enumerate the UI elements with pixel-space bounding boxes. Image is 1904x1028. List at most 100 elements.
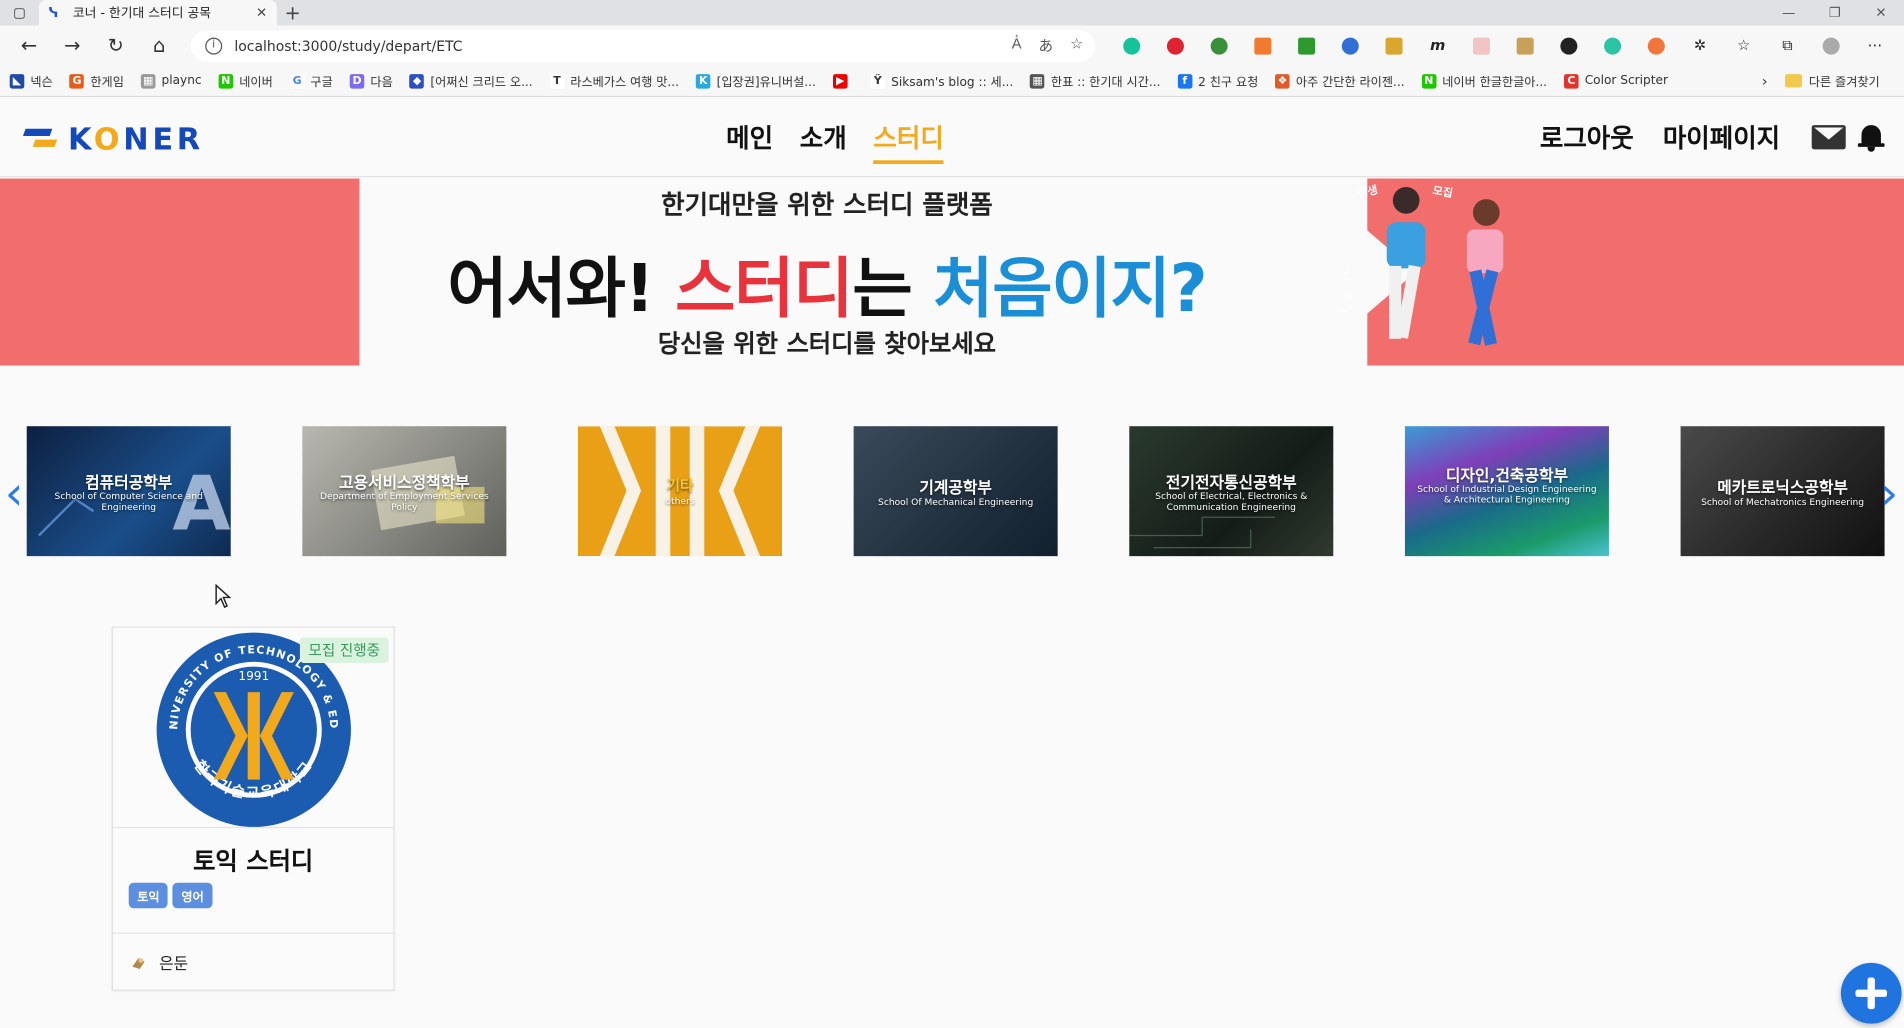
extension-bw-icon[interactable]: [1285, 36, 1329, 55]
carousel-prev-icon[interactable]: ‹: [5, 470, 23, 516]
browser-toolbar: ← → ↻ ⌂ i localhost:3000/study/depart/ET…: [0, 25, 1904, 66]
banner-caption: 당신을 위한 스터디를 찾아보세요: [657, 329, 997, 359]
tag-chip[interactable]: 영어: [172, 882, 213, 909]
extension-globe-icon[interactable]: [1197, 36, 1241, 55]
nav-intro[interactable]: 소개: [800, 119, 847, 164]
bookmark-item[interactable]: Ÿ Siksam's blog :: 세...: [870, 72, 1013, 90]
department-card-others[interactable]: 기타 others: [578, 426, 783, 557]
extension-adblock-icon[interactable]: [1154, 36, 1198, 55]
home-icon[interactable]: ⌂: [138, 34, 181, 57]
browser-tabbar: ▢ ᓭ 코너 - 한기대 스터디 공목 ✕ + — ❐ ✕: [0, 0, 1904, 26]
minimize-icon[interactable]: —: [1766, 0, 1812, 26]
extension-grammarly-icon[interactable]: [1110, 36, 1154, 55]
bookmark-item[interactable]: ◆ [어쩌신 크리드 오...: [409, 72, 533, 90]
extension-note-icon[interactable]: [1460, 36, 1504, 55]
folder-icon: [1784, 74, 1802, 88]
study-card[interactable]: KOREA UNIVERSITY OF TECHNOLOGY & EDUCATI…: [111, 626, 395, 991]
bookmark-item[interactable]: N 네이버 한글한글아...: [1421, 72, 1547, 90]
extension-m-icon[interactable]: m: [1416, 36, 1460, 54]
address-bar[interactable]: i localhost:3000/study/depart/ETC A᷾ あ ☆: [190, 29, 1096, 62]
bookmark-item[interactable]: G 구글: [289, 72, 333, 90]
running-students-illustration: [1340, 187, 1504, 346]
extension-compass-icon[interactable]: [1328, 36, 1372, 55]
bookmark-item[interactable]: ▦ plaync: [140, 73, 202, 89]
window-close-icon[interactable]: ✕: [1858, 0, 1904, 26]
department-card-computer[interactable]: AI 컴퓨터공학부 School of Computer Science and…: [26, 426, 231, 557]
tab-actions-icon[interactable]: ▢: [0, 0, 39, 26]
bookmark-item[interactable]: f2 친구 요청: [1177, 72, 1258, 90]
department-card-mechanical[interactable]: 기계공학부 School Of Mechanical Engineering: [853, 426, 1058, 557]
google-icon: G: [289, 73, 305, 89]
department-subtitle: School of Mechatronics Engineering: [1701, 496, 1865, 508]
bookmarks-overflow-icon[interactable]: ›: [1762, 72, 1768, 89]
extension-brush-icon[interactable]: [1503, 36, 1547, 55]
user-nav: 로그아웃 마이페이지: [1540, 119, 1885, 155]
department-card-design[interactable]: 디자인,건축공학부 School of Industrial Design En…: [1404, 426, 1609, 557]
facebook-icon: f: [1177, 73, 1193, 89]
bell-icon[interactable]: [1857, 123, 1885, 152]
bookmark-item[interactable]: N 네이버: [218, 72, 273, 90]
bookmark-item[interactable]: ▦ 한표 :: 한기대 시간...: [1030, 72, 1160, 90]
colorful-icon: ❖: [1275, 73, 1290, 89]
mail-icon[interactable]: [1811, 125, 1846, 150]
other-bookmarks[interactable]: 다른 즐겨찾기: [1784, 72, 1880, 90]
bookmark-item[interactable]: C Color Scripter: [1564, 73, 1668, 89]
banner-headline: 어서와! 스터디는 처음이지?: [447, 250, 1207, 327]
bookmark-item[interactable]: G 한게임: [69, 72, 124, 90]
bookmark-item[interactable]: ❖ 아주 간단한 라이젠...: [1275, 72, 1405, 90]
read-aloud-icon[interactable]: A᷾: [1012, 35, 1022, 56]
study-tags: 토익 영어: [128, 882, 213, 909]
back-icon[interactable]: ←: [7, 34, 50, 57]
tab-title: 코너 - 한기대 스터디 공목: [72, 6, 211, 21]
bookmarks-bar: ◣ 넥슨 G 한게임 ▦ plaync N 네이버 G 구글 D 다음 ◆ [어쩌신 크리드 …: [0, 65, 1904, 98]
profile-avatar-icon[interactable]: [1809, 36, 1853, 55]
mypage-link[interactable]: 마이페이지: [1663, 119, 1780, 155]
department-card-mechatronics[interactable]: 메카트로닉스공학부 School of Mechatronics Enginee…: [1680, 426, 1885, 557]
translate-icon[interactable]: あ: [1038, 35, 1053, 56]
tab-close-icon[interactable]: ✕: [256, 5, 267, 21]
collections-icon[interactable]: ⧉: [1766, 36, 1810, 54]
department-title: 디자인,건축공학부: [1445, 467, 1569, 486]
site-info-icon[interactable]: i: [205, 37, 223, 55]
bookmark-item[interactable]: K [입장권]유니버설...: [695, 72, 816, 90]
department-carousel: ‹ AI 컴퓨터공학부 School of Computer Science a…: [0, 426, 1904, 557]
extensions-puzzle-icon[interactable]: ✲: [1678, 36, 1722, 54]
department-title: 고용서비스정책학부: [338, 474, 470, 494]
k-icon: K: [695, 73, 711, 89]
forward-icon[interactable]: →: [51, 34, 94, 57]
bookmark-item[interactable]: T 라스베가스 여행 맛...: [549, 72, 679, 90]
department-card-electrical[interactable]: 전기전자통신공학부 School of Electrical, Electron…: [1129, 426, 1334, 557]
logo-text: KONER: [68, 121, 204, 157]
more-menu-icon[interactable]: ⋯: [1853, 36, 1897, 54]
department-card-employment[interactable]: 고용서비스정책학부 Department of Employment Servi…: [302, 426, 507, 557]
bookmark-item[interactable]: ◣ 넥슨: [9, 72, 53, 90]
extension-one-icon[interactable]: [1591, 36, 1635, 55]
url-text: localhost:3000/study/depart/ETC: [234, 37, 463, 55]
nav-main[interactable]: 메인: [726, 119, 773, 164]
hero-banner: 한기대만을 위한 스터디 플랫폼 어서와! 스터디는 처음이지? 당신을 위한 …: [0, 178, 1904, 366]
restore-icon[interactable]: ❐: [1812, 0, 1858, 26]
carousel-next-icon[interactable]: ›: [1880, 470, 1898, 516]
favorite-add-icon[interactable]: ☆: [1070, 35, 1083, 56]
extension-pen-icon[interactable]: [1372, 36, 1416, 55]
daum-icon: D: [349, 73, 365, 89]
hangame-icon: G: [69, 73, 85, 89]
koner-logo[interactable]: KONER: [22, 121, 204, 157]
extension-ring-icon[interactable]: [1634, 36, 1678, 55]
bookmark-item[interactable]: D 다음: [349, 72, 393, 90]
nexon-icon: ◣: [9, 73, 25, 89]
refresh-icon[interactable]: ↻: [94, 34, 137, 57]
extension-vd-icon[interactable]: [1547, 36, 1591, 55]
browser-tab[interactable]: ᓭ 코너 - 한기대 스터디 공목 ✕: [38, 0, 277, 26]
create-study-plus-button[interactable]: [1840, 962, 1902, 1024]
study-author[interactable]: 은둔: [130, 951, 188, 974]
mouse-cursor-icon: [215, 584, 232, 609]
nav-study[interactable]: 스터디: [873, 119, 944, 164]
extension-calendar-icon[interactable]: [1241, 36, 1285, 55]
new-tab-button[interactable]: +: [277, 1, 309, 24]
bookmark-item[interactable]: ▶: [832, 73, 854, 89]
logout-link[interactable]: 로그아웃: [1540, 119, 1634, 155]
favorites-icon[interactable]: ☆: [1722, 36, 1766, 54]
calendar-icon: ▦: [1030, 73, 1045, 89]
tag-chip[interactable]: 토익: [128, 882, 169, 909]
